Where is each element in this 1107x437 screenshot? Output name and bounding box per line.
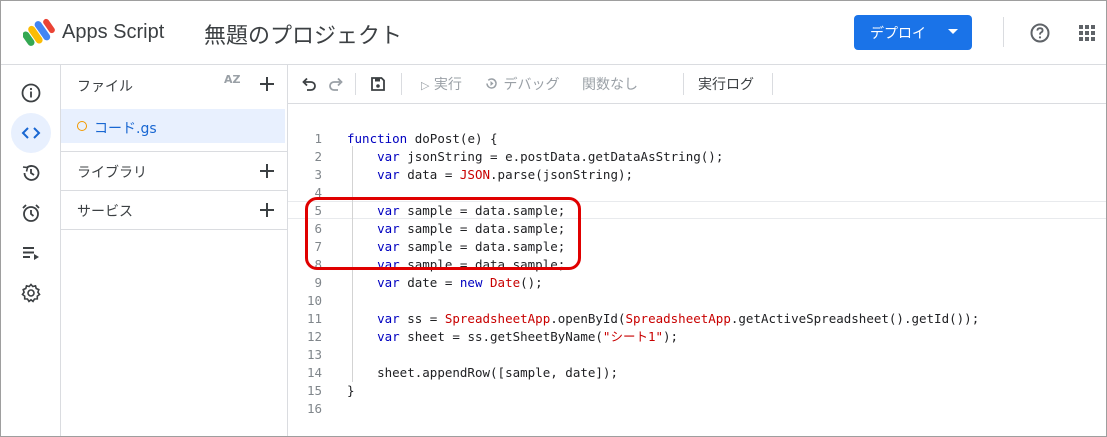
apps-grid-icon[interactable] (1079, 25, 1095, 41)
line-number: 16 (306, 401, 322, 416)
undo-icon[interactable] (301, 76, 317, 92)
code-line[interactable]: 1 function doPost(e) { (288, 130, 1106, 148)
executions-icon[interactable] (11, 233, 51, 273)
libraries-label: ライブラリ (77, 165, 147, 181)
sort-az-label: AZ (224, 73, 241, 86)
files-header-label: ファイル (77, 79, 133, 95)
run-label: 実行 (433, 77, 462, 93)
line-number: 1 (314, 131, 322, 146)
services-header: サービス (61, 191, 287, 229)
toolbar-divider (772, 73, 773, 95)
left-nav-rail (1, 65, 61, 436)
run-button[interactable]: ▷ 実行 (421, 74, 462, 94)
add-library-icon[interactable] (259, 163, 275, 179)
settings-icon[interactable] (11, 273, 51, 313)
code-editor[interactable]: 1 function doPost(e) { 2 var jsonString = … (288, 104, 1106, 436)
services-label: サービス (77, 204, 133, 220)
divider (61, 229, 287, 230)
line-number: 13 (306, 347, 322, 362)
files-panel: ファイル AZ コード.gs ライブラリ サービス (61, 65, 288, 436)
function-select-value: 関数なし (582, 77, 638, 93)
code-line[interactable]: 12 var sheet = ss.getSheetByName("シート1")… (288, 328, 1106, 346)
apps-script-logo (23, 18, 55, 46)
execution-log-button[interactable]: 実行ログ (698, 74, 754, 94)
code-line[interactable]: 11 var ss = SpreadsheetApp.openById(Spre… (288, 310, 1106, 328)
code-line[interactable]: 14 sheet.appendRow([sample, date]); (288, 364, 1106, 382)
highlight-annotation-box (305, 197, 581, 270)
code-line[interactable]: 9 var date = new Date(); (288, 274, 1106, 292)
caret-down-icon (948, 29, 958, 34)
line-number: 3 (314, 167, 322, 182)
file-name: コード.gs (94, 121, 157, 137)
toolbar-divider (401, 73, 402, 95)
code-line[interactable]: 10 (288, 292, 1106, 310)
line-number: 14 (306, 365, 322, 380)
help-icon[interactable] (1030, 23, 1050, 43)
editor-icon[interactable] (11, 113, 51, 153)
code-line[interactable]: 15} (288, 382, 1106, 400)
code-text: var data = JSON.parse(jsonString); (377, 167, 634, 182)
line-number: 11 (306, 311, 322, 326)
overview-icon[interactable] (11, 73, 51, 113)
deploy-button[interactable]: デプロイ (854, 15, 972, 50)
code-text: function doPost(e) { (347, 131, 498, 146)
save-icon[interactable] (370, 76, 386, 92)
code-text: var sheet = ss.getSheetByName("シート1"); (377, 329, 679, 344)
files-header: ファイル AZ (61, 65, 287, 103)
top-bar: Apps Script 無題のプロジェクト デプロイ (1, 1, 1106, 65)
code-line[interactable]: 3 var data = JSON.parse(jsonString); (288, 166, 1106, 184)
play-icon: ▷ (421, 79, 430, 92)
code-text: sheet.appendRow([sample, date]); (377, 365, 618, 380)
function-select[interactable]: 関数なし (582, 74, 638, 94)
line-number: 12 (306, 329, 322, 344)
debug-icon (486, 78, 497, 89)
app-name[interactable]: Apps Script (62, 21, 164, 44)
deploy-button-label: デプロイ (870, 25, 926, 42)
line-number: 10 (306, 293, 322, 308)
code-line[interactable]: 13 (288, 346, 1106, 364)
code-text: var jsonString = e.postData.getDataAsStr… (377, 149, 724, 164)
code-line[interactable]: 16 (288, 400, 1106, 418)
project-title[interactable]: 無題のプロジェクト (204, 18, 402, 50)
add-service-icon[interactable] (259, 202, 275, 218)
libraries-header: ライブラリ (61, 152, 287, 190)
line-number: 2 (314, 149, 322, 164)
execution-log-label: 実行ログ (698, 77, 754, 93)
triggers-icon[interactable] (11, 193, 51, 233)
file-item-code-gs[interactable]: コード.gs (61, 109, 285, 143)
line-number: 9 (314, 275, 322, 290)
toolbar-divider (683, 73, 684, 95)
line-number: 15 (306, 383, 322, 398)
editor-toolbar: ▷ 実行 デバッグ 関数なし 実行ログ (288, 65, 1106, 104)
sort-az-icon[interactable]: AZ (224, 73, 241, 86)
code-text: var ss = SpreadsheetApp.openById(Spreads… (377, 311, 980, 326)
history-icon[interactable] (11, 153, 51, 193)
redo-icon[interactable] (328, 76, 344, 92)
debug-button[interactable]: デバッグ (484, 74, 559, 94)
header-divider (1003, 17, 1004, 47)
code-text: } (347, 383, 355, 398)
debug-label: デバッグ (503, 77, 560, 93)
toolbar-divider (355, 73, 356, 95)
unsaved-dot-icon (77, 121, 87, 131)
code-line[interactable]: 2 var jsonString = e.postData.getDataAsS… (288, 148, 1106, 166)
add-file-icon[interactable] (259, 76, 275, 92)
code-text: var date = new Date(); (377, 275, 543, 290)
